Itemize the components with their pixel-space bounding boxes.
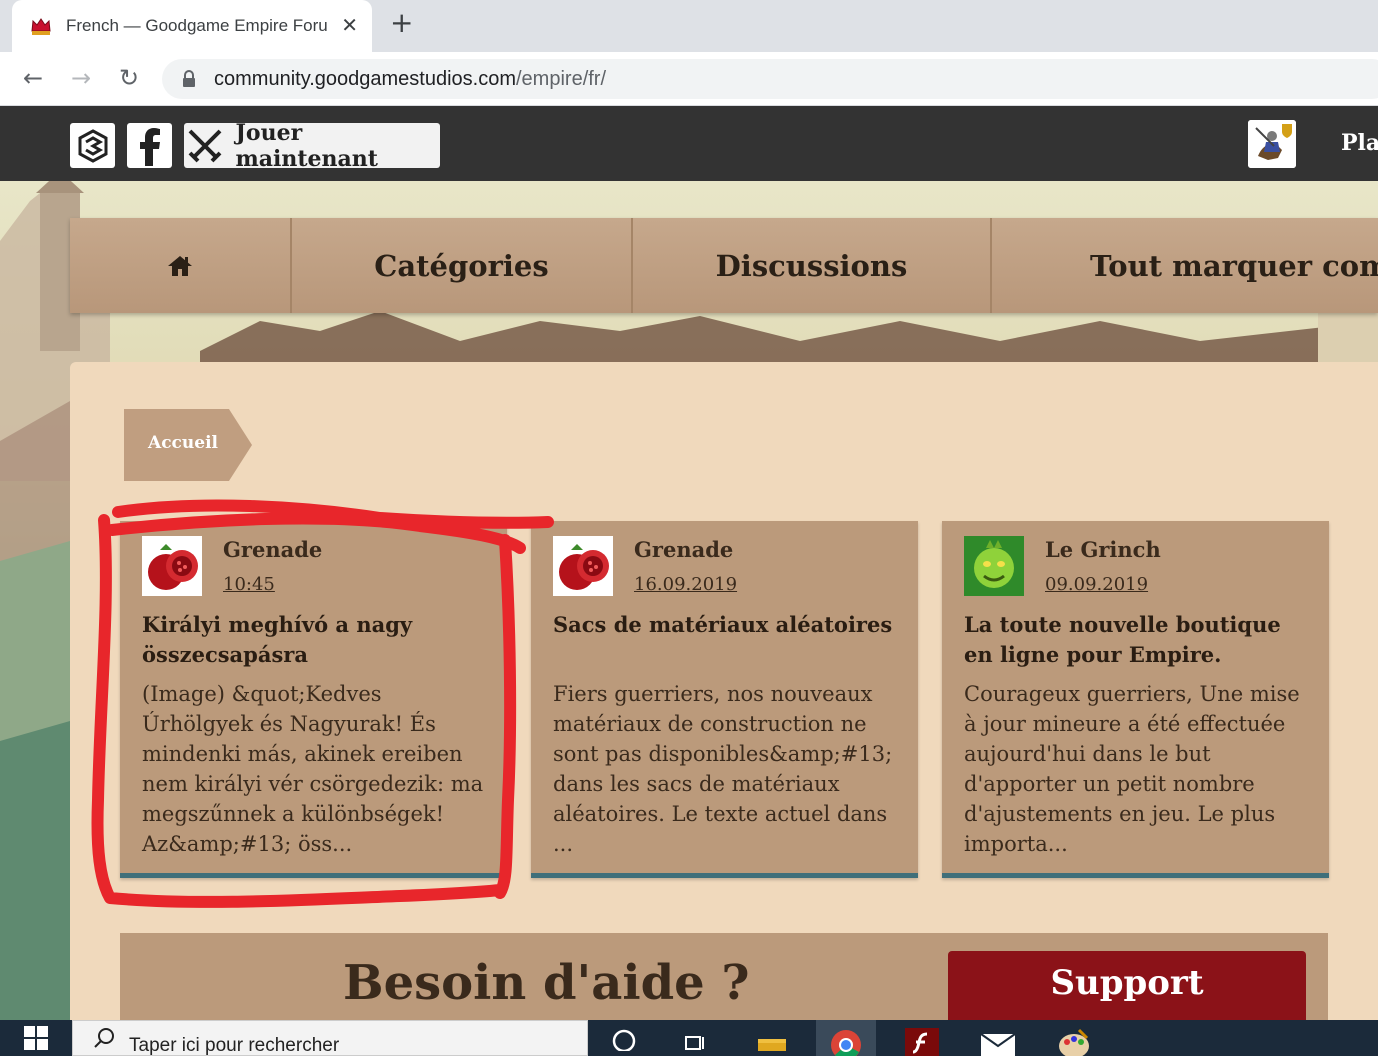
tab-close-icon[interactable]: ✕: [341, 13, 358, 37]
card-title[interactable]: Sacs de matériaux aléatoires: [553, 610, 903, 640]
browser-tab-bar: French — Goodgame Empire Forum ✕ +: [0, 0, 1378, 52]
card-title[interactable]: Királyi meghívó a nagy összecsapásra: [142, 610, 492, 670]
nav-categories[interactable]: Catégories: [292, 218, 633, 313]
discussion-card[interactable]: Grenade 16.09.2019 Sacs de matériaux alé…: [531, 521, 918, 878]
search-icon: [94, 1028, 114, 1048]
nav-discussions[interactable]: Discussions: [633, 218, 992, 313]
url-text: community.goodgamestudios.com/empire/fr/: [214, 68, 606, 91]
forum-main-nav: Catégories Discussions Tout marquer comm…: [70, 218, 1378, 313]
ggs-logo-icon[interactable]: [70, 123, 115, 168]
play-now-button[interactable]: Jouer maintenant: [184, 120, 440, 172]
card-excerpt: Fiers guerriers, nos nouveaux matériaux …: [553, 682, 893, 856]
address-bar[interactable]: community.goodgamestudios.com/empire/fr/: [162, 59, 1378, 99]
author-avatar[interactable]: [142, 536, 202, 596]
discussion-card[interactable]: Le Grinch 09.09.2019 La toute nouvelle b…: [942, 521, 1329, 878]
card-date[interactable]: 10:45: [223, 574, 275, 595]
facebook-icon[interactable]: [127, 123, 172, 168]
browser-toolbar: ← → ↻ community.goodgamestudios.com/empi…: [0, 52, 1378, 106]
crossed-swords-icon: [184, 123, 226, 168]
grinch-avatar-icon: [964, 536, 1024, 596]
username[interactable]: Plai: [1341, 130, 1378, 156]
breadcrumb-home: Accueil: [148, 433, 218, 453]
home-icon: [168, 255, 192, 276]
windows-taskbar: Taper ici pour rechercher: [0, 1020, 1378, 1056]
card-date[interactable]: 16.09.2019: [634, 574, 737, 595]
nav-mark-all-read[interactable]: Tout marquer comme lu: [992, 218, 1378, 313]
paint-icon[interactable]: [1044, 1020, 1104, 1056]
help-title: Besoin d'aide ?: [343, 955, 750, 1011]
pomegranate-avatar-icon: [142, 536, 202, 596]
card-author[interactable]: Le Grinch: [1045, 537, 1161, 562]
windows-start-icon[interactable]: [0, 1020, 72, 1056]
author-avatar[interactable]: [964, 536, 1024, 596]
lock-icon: [183, 70, 195, 87]
pomegranate-avatar-icon: [553, 536, 613, 596]
file-explorer-icon[interactable]: [742, 1020, 802, 1056]
crown-favicon-icon: [31, 18, 51, 35]
author-avatar[interactable]: [553, 536, 613, 596]
task-view-icon[interactable]: [666, 1020, 726, 1056]
support-label: Support: [1050, 963, 1204, 1003]
mail-icon[interactable]: [968, 1020, 1028, 1056]
flash-player-icon[interactable]: [892, 1020, 952, 1056]
breadcrumb[interactable]: Accueil: [124, 409, 252, 481]
search-placeholder: Taper ici pour rechercher: [129, 1035, 340, 1056]
forward-arrow-icon[interactable]: →: [65, 62, 97, 94]
ggs-hex-icon: [78, 128, 107, 163]
url-path: /empire/fr/: [516, 67, 607, 90]
play-now-label: Jouer maintenant: [235, 119, 378, 172]
tab-title: French — Goodgame Empire Forum: [66, 16, 328, 35]
browser-tab[interactable]: French — Goodgame Empire Forum ✕: [12, 0, 372, 52]
knight-avatar-icon: [1248, 120, 1296, 168]
discussion-card[interactable]: Grenade 10:45 Királyi meghívó a nagy öss…: [120, 521, 507, 878]
card-excerpt: (Image) &quot;Kedves Úrhölgyek és Nagyur…: [142, 682, 484, 856]
site-header: Jouer maintenant Plai: [0, 106, 1378, 181]
card-excerpt: Courageux guerriers, Une mise à jour min…: [964, 682, 1300, 856]
url-host: community.goodgamestudios.com: [214, 67, 516, 90]
help-section: Besoin d'aide ? Support: [120, 933, 1328, 1023]
card-date[interactable]: 09.09.2019: [1045, 574, 1148, 595]
new-tab-button[interactable]: +: [390, 6, 413, 39]
card-title[interactable]: La toute nouvelle boutique en ligne pour…: [964, 610, 1314, 670]
nav-home[interactable]: [70, 218, 292, 313]
chrome-icon[interactable]: [816, 1020, 876, 1056]
reload-icon[interactable]: ↻: [113, 62, 145, 94]
card-author[interactable]: Grenade: [634, 537, 733, 562]
support-button[interactable]: Support: [948, 951, 1306, 1023]
taskbar-search-input[interactable]: Taper ici pour rechercher: [72, 1020, 588, 1056]
user-avatar[interactable]: [1248, 120, 1296, 168]
card-author[interactable]: Grenade: [223, 537, 322, 562]
back-arrow-icon[interactable]: ←: [17, 62, 49, 94]
cortana-icon[interactable]: [594, 1020, 654, 1056]
facebook-f-icon: [139, 127, 160, 166]
